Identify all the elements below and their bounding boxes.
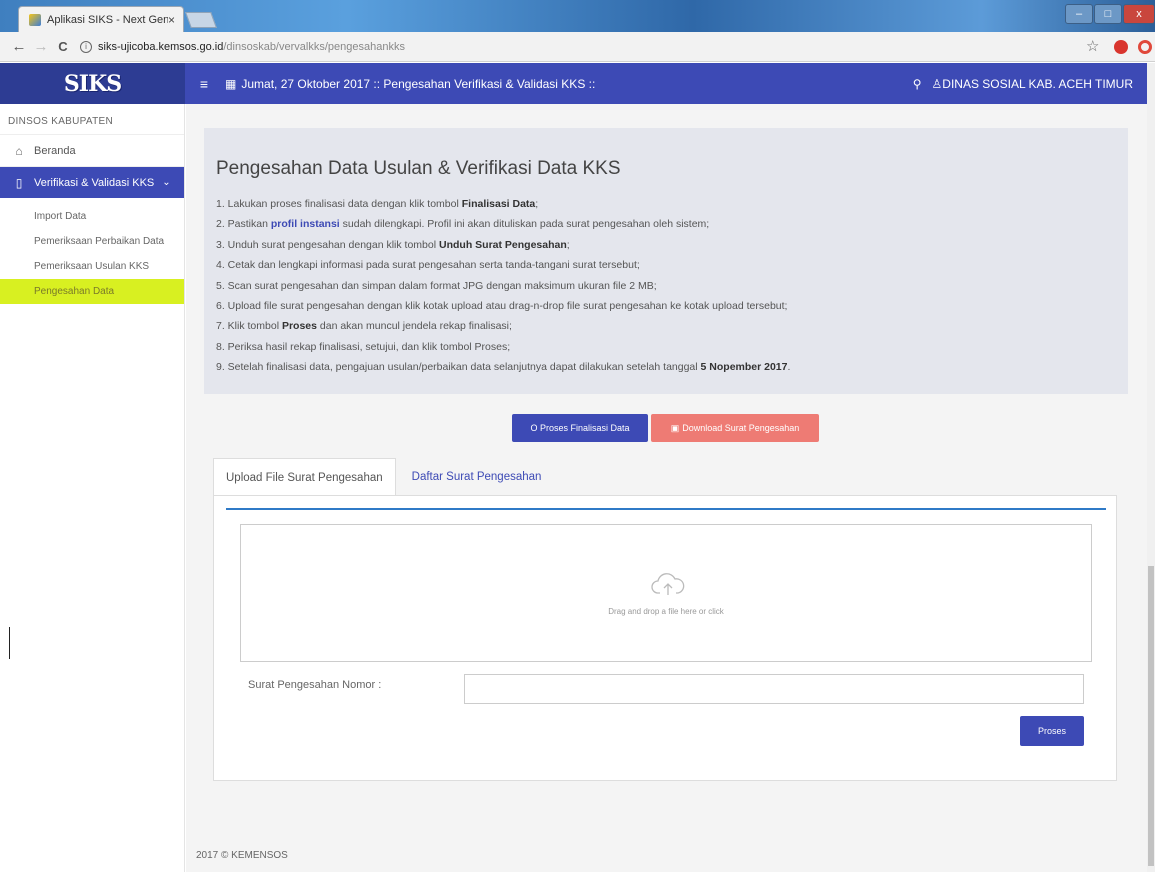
cloud-upload-icon — [651, 573, 685, 595]
instruction-step: 6. Upload file surat pengesahan dengan k… — [216, 299, 788, 312]
page-title: Pengesahan Data Usulan & Verifikasi Data… — [216, 158, 621, 179]
tab-daftar-surat[interactable]: Daftar Surat Pengesahan — [400, 458, 554, 496]
browser-tab[interactable]: Aplikasi SIKS - Next Gen × — [18, 6, 184, 33]
reload-icon[interactable]: C — [52, 39, 74, 54]
finalisasi-data-button[interactable]: O Proses Finalisasi Data — [512, 414, 648, 442]
bookmark-star-icon[interactable]: ☆ — [1086, 37, 1099, 55]
sidebar-subitem-pengesahan-data[interactable]: Pengesahan Data — [0, 279, 184, 304]
siks-logo[interactable]: SIKS — [0, 63, 185, 104]
window-minimize-button[interactable]: – — [1065, 4, 1093, 24]
text-cursor — [9, 627, 10, 659]
header-right: ⚲ ♙DINAS SOSIAL KAB. ACEH TIMUR — [913, 77, 1133, 91]
sidebar: DINSOS KABUPATEN ⌂ Beranda ▯ Verifikasi … — [0, 104, 185, 872]
instruction-step: 3. Unduh surat pengesahan dengan klik to… — [216, 238, 570, 251]
scrollbar-thumb[interactable] — [1148, 566, 1154, 866]
sidebar-item-verifikasi[interactable]: ▯ Verifikasi & Validasi KKS ⌄ — [0, 166, 184, 198]
sidebar-subitem-pemeriksaan-perbaikan[interactable]: Pemeriksaan Perbaikan Data — [0, 229, 184, 254]
instruction-step: 9. Setelah finalisasi data, pengajuan us… — [216, 361, 791, 374]
header-date-text: Jumat, 27 Oktober 2017 :: Pengesahan Ver… — [241, 76, 596, 91]
menu-toggle-icon[interactable]: ≡ — [189, 76, 219, 92]
tab-title: Aplikasi SIKS - Next Gen — [47, 14, 168, 26]
upload-tabs: Upload File Surat Pengesahan Daftar Sura… — [213, 458, 553, 496]
window-maximize-button[interactable]: □ — [1094, 4, 1122, 24]
profil-instansi-link[interactable]: profil instansi — [271, 218, 340, 230]
sidebar-header: DINSOS KABUPATEN — [8, 116, 114, 127]
header-date: ▦ Jumat, 27 Oktober 2017 :: Pengesahan V… — [225, 77, 595, 91]
instruction-step: 2. Pastikan profil instansi sudah dileng… — [216, 218, 710, 231]
tab-close-icon[interactable]: × — [168, 13, 175, 27]
file-dropzone[interactable]: Drag and drop a file here or click — [240, 524, 1092, 662]
upload-panel: Drag and drop a file here or click Surat… — [213, 495, 1117, 781]
download-label: Download Surat Pengesahan — [682, 423, 800, 433]
window-close-button[interactable]: x — [1123, 4, 1155, 24]
user-menu[interactable]: ♙DINAS SOSIAL KAB. ACEH TIMUR — [932, 77, 1133, 91]
download-surat-button[interactable]: ▣ Download Surat Pengesahan — [651, 414, 819, 442]
forward-icon[interactable]: → — [30, 38, 52, 55]
proses-button[interactable]: Proses — [1020, 716, 1084, 746]
document-icon: ▯ — [15, 175, 23, 190]
home-icon: ⌂ — [15, 143, 23, 158]
main-content: Pengesahan Data Usulan & Verifikasi Data… — [186, 104, 1147, 872]
sidebar-subitem-pemeriksaan-usulan[interactable]: Pemeriksaan Usulan KKS — [0, 254, 184, 279]
instruction-step: 7. Klik tombol Proses dan akan muncul je… — [216, 320, 512, 333]
extension-opera-icon[interactable] — [1138, 40, 1152, 54]
dropzone-text: Drag and drop a file here or click — [608, 607, 724, 616]
new-tab-button[interactable] — [185, 12, 217, 28]
logo-text: SIKS — [63, 70, 122, 97]
site-info-icon[interactable]: i — [80, 41, 92, 53]
search-icon[interactable]: ⚲ — [913, 77, 922, 91]
url-field[interactable]: i siks-ujicoba.kemsos.go.id/dinsoskab/ve… — [80, 36, 1080, 58]
sidebar-item-label: Beranda — [34, 144, 76, 157]
download-icon: ▣ — [670, 422, 680, 433]
calendar-icon: ▦ — [225, 76, 237, 91]
favicon-icon — [29, 14, 41, 26]
instructions-box: Pengesahan Data Usulan & Verifikasi Data… — [204, 128, 1128, 394]
nomor-input[interactable] — [464, 674, 1084, 704]
tab-upload-file[interactable]: Upload File Surat Pengesahan — [213, 458, 396, 496]
address-bar: ← → C i siks-ujicoba.kemsos.go.id/dinsos… — [0, 32, 1155, 62]
sidebar-item-label: Verifikasi & Validasi KKS — [34, 176, 155, 189]
url-host: siks-ujicoba.kemsos.go.id — [98, 41, 224, 53]
extension-abp-icon[interactable] — [1114, 40, 1128, 54]
panel-divider — [226, 508, 1106, 510]
nomor-label: Surat Pengesahan Nomor : — [248, 679, 382, 691]
sidebar-subitem-import-data[interactable]: Import Data — [0, 204, 184, 229]
instruction-step: 4. Cetak dan lengkapi informasi pada sur… — [216, 259, 640, 272]
instruction-step: 8. Periksa hasil rekap finalisasi, setuj… — [216, 340, 511, 353]
instruction-step: 5. Scan surat pengesahan dan simpan dala… — [216, 279, 657, 292]
instruction-list: 1. Lakukan proses finalisasi data dengan… — [216, 194, 790, 378]
footer-copyright: 2017 © KEMENSOS — [196, 850, 288, 861]
back-icon[interactable]: ← — [8, 38, 30, 55]
app-header: SIKS ≡ ▦ Jumat, 27 Oktober 2017 :: Penge… — [0, 63, 1147, 104]
instruction-step: 1. Lakukan proses finalisasi data dengan… — [216, 198, 539, 210]
top-navbar: ≡ ▦ Jumat, 27 Oktober 2017 :: Pengesahan… — [185, 63, 1147, 104]
url-path: /dinsoskab/vervalkks/pengesahankks — [223, 41, 405, 53]
sidebar-item-beranda[interactable]: ⌂ Beranda — [0, 134, 184, 166]
chevron-down-icon: ⌄ — [162, 177, 171, 188]
